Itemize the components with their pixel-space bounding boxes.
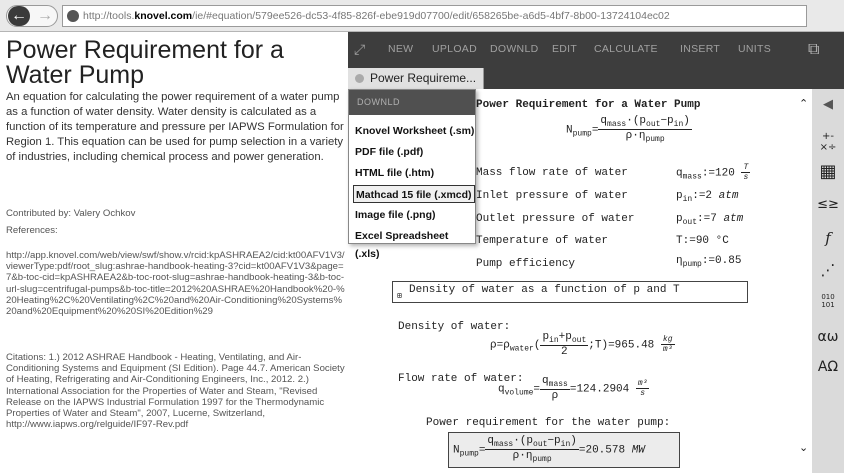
toolbar-calculate[interactable]: CALCULATE: [594, 32, 658, 67]
menu-item-excel[interactable]: Excel Spreadsheet (.xls): [353, 227, 475, 260]
collapsed-density-region[interactable]: Density of water as a function of p and …: [392, 281, 748, 303]
worksheet-scrollbar[interactable]: ⌃ ⌄: [796, 89, 812, 473]
density-formula: ρ=ρwater(pin+pout 2 ;T)=965.48 kg m³: [490, 331, 675, 358]
contributor: Contributed by: Valery Ochkov: [6, 208, 136, 219]
chevron-down-icon[interactable]: ⌄: [799, 441, 808, 454]
input-label-temp: Temperature of water: [476, 235, 609, 247]
programming-palette-icon[interactable]: 010101: [820, 293, 836, 309]
boolean-palette-icon[interactable]: ≤≥: [812, 197, 844, 212]
toolbar-upload[interactable]: UPLOAD: [432, 32, 477, 67]
url-input[interactable]: http://tools.knovel.com/ie/#equation/579…: [62, 5, 807, 27]
citations: Citations: 1.) 2012 ASHRAE Handbook - He…: [6, 352, 345, 431]
input-label-eff: Pump efficiency: [476, 258, 576, 270]
toolbar-edit[interactable]: EDIT: [552, 32, 577, 67]
browser-url-bar: ← → http://tools.knovel.com/ie/#equation…: [0, 0, 844, 32]
input-mass-flow[interactable]: qmass:=120 Ts: [676, 163, 751, 182]
equation-description: An equation for calculating the power re…: [6, 91, 344, 163]
input-temperature[interactable]: T:=90 °C: [676, 235, 729, 247]
input-label-inlet: Inlet pressure of water: [476, 190, 628, 202]
input-efficiency[interactable]: ηpump:=0.85: [676, 255, 741, 269]
toolbar-insert[interactable]: INSERT: [680, 32, 720, 67]
references-label: References:: [6, 225, 58, 236]
download-menu-header: DOWNLD: [349, 90, 475, 115]
download-menu: DOWNLD Knovel Worksheet (.sm) PDF file (…: [348, 89, 476, 260]
graph-palette-icon[interactable]: ⋰: [812, 261, 844, 279]
flow-formula: qvolume= qmass ρ =124.2904 m³ s: [498, 375, 650, 402]
input-outlet-pressure[interactable]: pout:=7 atm: [676, 213, 743, 227]
tab-worksheet[interactable]: Power Requireme...: [348, 68, 484, 89]
menu-item-pdf[interactable]: PDF file (.pdf): [353, 143, 475, 161]
power-formula: Npump= qmass·(pout−pin) ρ·ηpump =20.578 MW: [453, 435, 645, 464]
matrix-palette-icon[interactable]: ▦: [812, 161, 844, 182]
back-arrow-icon[interactable]: ←: [8, 6, 30, 26]
expand-region-icon[interactable]: ⊞: [397, 291, 402, 301]
input-inlet-pressure[interactable]: pin:=2 atm: [676, 190, 738, 204]
editor-toolbar: ⤢ NEW UPLOAD DOWNLD EDIT CALCULATE INSER…: [348, 32, 844, 67]
menu-item-html[interactable]: HTML file (.htm): [353, 164, 475, 182]
sheet-heading: Power Requirement for a Water Pump: [476, 99, 701, 111]
nav-buttons: ← →: [6, 5, 58, 27]
power-label: Power requirement for the water pump:: [426, 417, 671, 429]
window-icon[interactable]: ⧉: [808, 32, 820, 67]
menu-item-image[interactable]: Image file (.png): [353, 206, 475, 224]
input-label-outlet: Outlet pressure of water: [476, 213, 635, 225]
toolbar-units[interactable]: UNITS: [738, 32, 771, 67]
input-label-mass: Mass flow rate of water: [476, 167, 628, 179]
site-globe-icon: [67, 10, 79, 22]
forward-arrow-icon[interactable]: →: [34, 6, 56, 26]
toolbar-downld[interactable]: DOWNLD: [490, 32, 538, 67]
description-panel: Power Requirement for a Water Pump An eq…: [0, 32, 348, 473]
arithmetic-palette-icon[interactable]: +-×÷: [818, 131, 838, 153]
reference-link[interactable]: http://app.knovel.com/web/view/swf/show.…: [6, 250, 346, 317]
palette-collapse-icon[interactable]: ◀: [812, 97, 844, 112]
menu-item-knovel-worksheet[interactable]: Knovel Worksheet (.sm): [353, 122, 475, 140]
menu-item-mathcad[interactable]: Mathcad 15 file (.xmcd): [353, 185, 475, 203]
expand-icon[interactable]: ⤢: [354, 32, 372, 67]
math-palette: ◀ +-×÷ ▦ ≤≥ f ⋰ 010101 αω ΑΩ: [812, 89, 844, 473]
chevron-up-icon[interactable]: ⌃: [799, 97, 808, 110]
toolbar-new[interactable]: NEW: [388, 32, 413, 67]
tab-bar: Power Requireme...: [348, 67, 844, 89]
greek-lower-palette-icon[interactable]: αω: [812, 329, 844, 345]
function-palette-icon[interactable]: f: [812, 229, 844, 247]
page-title: Power Requirement for a Water Pump: [6, 36, 284, 89]
power-result-box: Npump= qmass·(pout−pin) ρ·ηpump =20.578 MW: [448, 432, 680, 468]
tab-close-icon[interactable]: [355, 74, 364, 83]
greek-upper-palette-icon[interactable]: ΑΩ: [812, 359, 844, 375]
npump-formula: Npump= qmass·(pout−pin) ρ·ηpump: [566, 115, 692, 144]
